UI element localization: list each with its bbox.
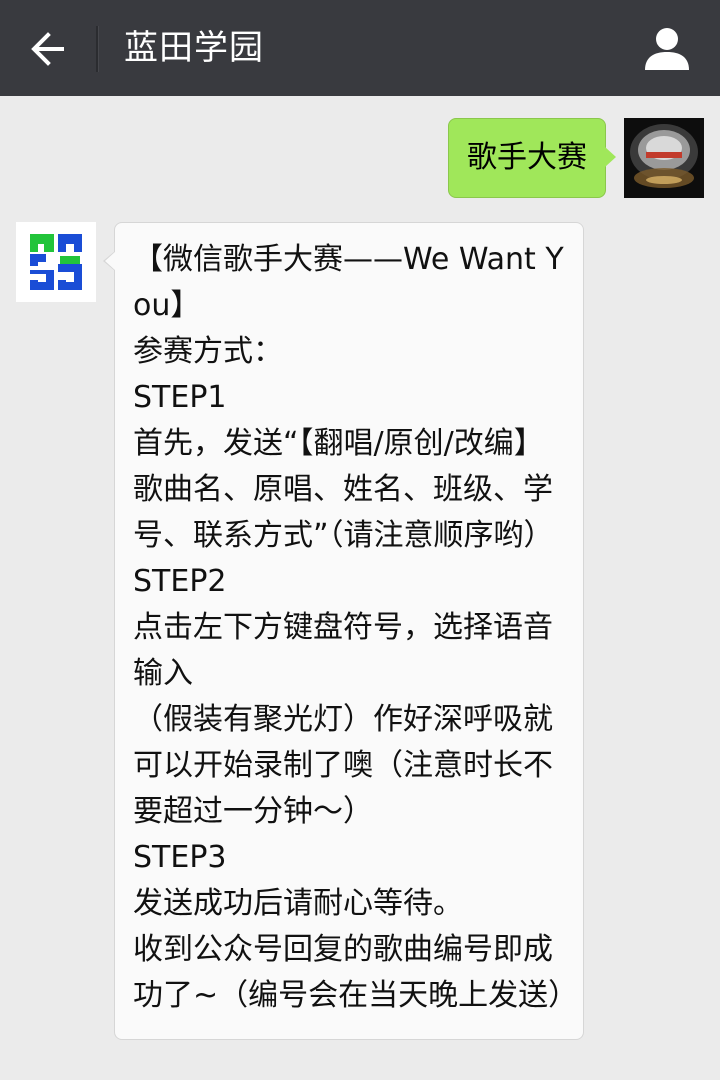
message-line-title: 【微信歌手大赛——We Want You】 — [133, 242, 564, 323]
message-line-method: 参赛方式： — [133, 334, 283, 369]
back-button[interactable] — [14, 20, 82, 78]
message-line-step2-note: （假装有聚光灯）作好深呼吸就可以开始录制了噢（注意时长不要超过一分钟～） — [133, 702, 553, 829]
message-line-step2-detail: 点击左下方键盘符号，选择语音输入 — [133, 610, 553, 691]
person-icon — [645, 28, 689, 70]
arrow-left-icon — [31, 32, 64, 66]
chat-title: 蓝田学园 — [124, 28, 264, 68]
message-line-step2: STEP2 — [133, 564, 227, 599]
incoming-bubble[interactable]: 【微信歌手大赛——We Want You】 参赛方式： STEP1 首先，发送“… — [103, 222, 584, 1040]
message-line-step1: STEP1 — [133, 380, 227, 415]
message-line-step3-detail: 发送成功后请耐心等待。 — [133, 886, 463, 921]
outgoing-bubble[interactable]: 歌手大赛 — [448, 118, 616, 198]
message-line-step3-note: 收到公众号回复的歌曲编号即成功了~（编号会在当天晚上发送） — [133, 932, 579, 1013]
message-line-step1-detail: 首先，发送“【翻唱/原创/改编】歌曲名、原唱、姓名、班级、学号、联系方式”（请注… — [133, 426, 554, 553]
header-divider — [96, 26, 99, 72]
chat-area[interactable]: 歌手大赛 【微信歌手大赛——We Want You】 参赛方式： STEP1 首… — [0, 96, 720, 1080]
official-account-logo — [16, 222, 96, 302]
profile-button[interactable] — [642, 24, 692, 74]
user-avatar-image — [624, 118, 704, 198]
official-account-avatar[interactable] — [16, 222, 96, 302]
top-bar: 蓝田学园 — [0, 0, 720, 96]
user-avatar[interactable] — [624, 118, 704, 198]
message-line-step3: STEP3 — [133, 840, 227, 875]
